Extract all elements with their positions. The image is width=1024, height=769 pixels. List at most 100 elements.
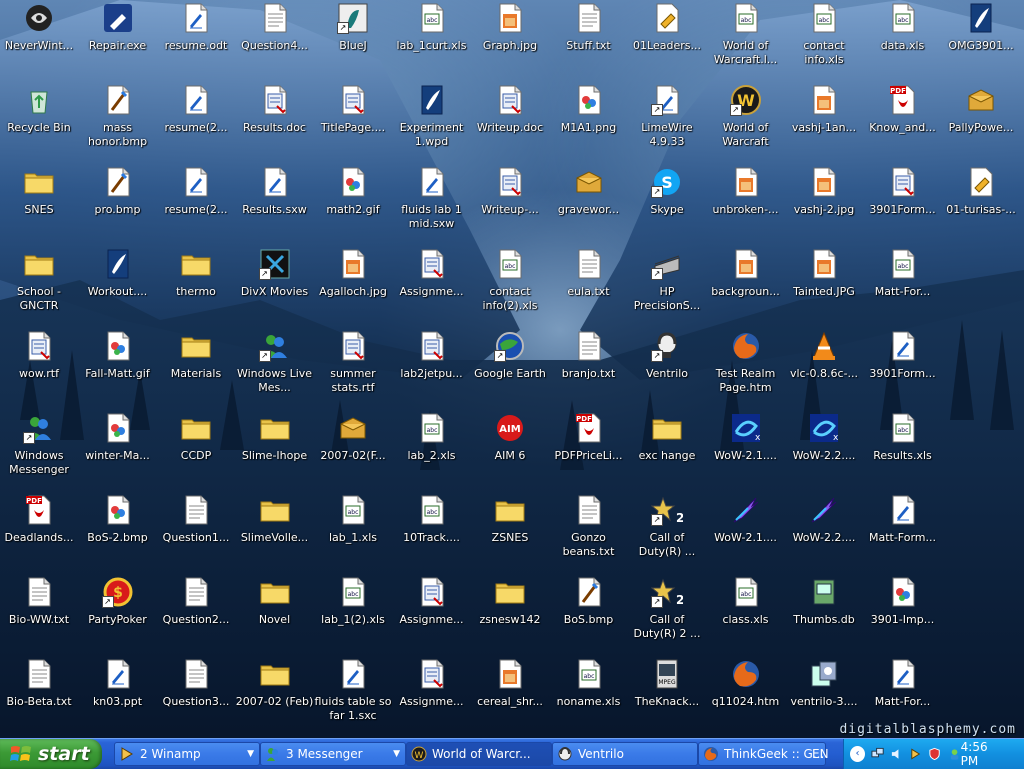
desktop-icon[interactable]: 2007-02(F... [314,410,392,490]
desktop-icon[interactable]: vlc-0.8.6c-... [785,328,863,408]
desktop-icon[interactable]: PallyPowe... [942,82,1020,162]
taskbar-button-wow[interactable]: W World of Warcr... [406,742,552,766]
desktop-icon[interactable]: abc lab_2.xls [393,410,471,490]
desktop-icon[interactable]: math2.gif [314,164,392,244]
desktop-icon[interactable]: thermo [157,246,235,326]
desktop-icon[interactable]: wow.rtf [0,328,78,408]
desktop-icon[interactable]: abc lab_1(2).xls [314,574,392,654]
desktop-icon[interactable]: BoS-2.bmp [79,492,157,572]
desktop-icon[interactable]: Test Realm Page.htm [707,328,785,408]
desktop-icon[interactable]: 2 ↗ Call of Duty(R) 2 ... [628,574,706,654]
desktop-icon[interactable]: resume(2... [157,164,235,244]
desktop-icon[interactable]: ↗ LimeWire 4.9.33 [628,82,706,162]
desktop-icon[interactable]: BoS.bmp [550,574,628,654]
desktop-icon[interactable]: 01Leaders... [628,0,706,80]
start-button[interactable]: start [0,739,102,769]
desktop-icon[interactable]: resume(2... [157,82,235,162]
desktop-icon[interactable]: x WoW-2.1.... [707,410,785,490]
desktop-icon[interactable]: ↗ Ventrilo [628,328,706,408]
desktop-icon[interactable]: Recycle Bin [0,82,78,162]
desktop-icon[interactable]: abc World of Warcraft.l... [707,0,785,80]
desktop-icon[interactable]: Results.doc [236,82,314,162]
show-hidden-icons-icon[interactable]: ‹ [850,746,865,762]
desktop-icon[interactable]: exc hange [628,410,706,490]
volume-icon[interactable] [890,747,903,761]
desktop-icon[interactable]: abc Matt-For... [864,246,942,326]
desktop-icon[interactable]: fluids lab 1 mid.sxw [393,164,471,244]
desktop-icon[interactable]: Assignme... [393,246,471,326]
desktop-icon[interactable]: ↗ HP PrecisionS... [628,246,706,326]
desktop-icon[interactable]: x WoW-2.2.... [785,410,863,490]
language-indicator[interactable]: EN [812,747,829,761]
desktop-icon[interactable]: zsnesw142 [471,574,549,654]
desktop-icon[interactable]: MPEG TheKnack... [628,656,706,736]
desktop-icon[interactable]: unbroken-... [707,164,785,244]
desktop-icon[interactable]: summer stats.rtf [314,328,392,408]
desktop-icon[interactable]: PDF PDFPriceLi... [550,410,628,490]
desktop-icon[interactable]: fluids table so far 1.sxc [314,656,392,736]
winamp-tray-icon[interactable] [909,747,922,761]
taskbar-button-firefox[interactable]: ThinkGeek :: G... [698,742,826,766]
desktop-icon[interactable]: Bio-WW.txt [0,574,78,654]
desktop-icon[interactable]: CCDP [157,410,235,490]
desktop-icon[interactable]: School - GNCTR [0,246,78,326]
desktop-icon[interactable]: SNES [0,164,78,244]
desktop-icon[interactable]: Tainted.JPG [785,246,863,326]
desktop-icon[interactable]: Question1... [157,492,235,572]
desktop-icon[interactable]: abc lab_1.xls [314,492,392,572]
desktop-icon[interactable]: Workout.... [79,246,157,326]
desktop-icon[interactable]: ↗ DivX Movies [236,246,314,326]
network-icon[interactable] [871,747,884,761]
desktop-icon[interactable]: AIM AIM 6 [471,410,549,490]
desktop-icon[interactable]: Assignme... [393,656,471,736]
desktop-icon[interactable]: abc contact info(2).xls [471,246,549,326]
desktop-icon[interactable]: ↗ Windows Messenger [0,410,78,490]
desktop-icon[interactable]: abc contact info.xls [785,0,863,80]
desktop-icon[interactable]: Assignme... [393,574,471,654]
desktop-icon[interactable]: Stuff.txt [550,0,628,80]
desktop-icon[interactable]: abc noname.xls [550,656,628,736]
desktop-icon[interactable]: ZSNES [471,492,549,572]
desktop-icon[interactable]: W ↗ World of Warcraft [707,82,785,162]
desktop-icon[interactable]: ↗ Google Earth [471,328,549,408]
desktop-icon[interactable]: 2 ↗ Call of Duty(R) ... [628,492,706,572]
desktop-icon[interactable]: pro.bmp [79,164,157,244]
desktop-icon[interactable]: $ ↗ PartyPoker [79,574,157,654]
desktop-icon[interactable]: vashj-2.jpg [785,164,863,244]
desktop-icon[interactable]: mass honor.bmp [79,82,157,162]
clock[interactable]: 4:56 PM [961,740,1006,768]
desktop-icon[interactable]: Repair.exe [79,0,157,80]
desktop-icon[interactable]: abc Results.xls [864,410,942,490]
desktop-icon[interactable]: Question4... [236,0,314,80]
desktop-icon[interactable]: Bio-Beta.txt [0,656,78,736]
desktop-icon[interactable]: 2007-02 (Feb) [236,656,314,736]
desktop-icon[interactable]: winter-Ma... [79,410,157,490]
desktop-icon[interactable]: 3901-Imp... [864,574,942,654]
desktop-icon[interactable]: PDF Know_and... [864,82,942,162]
desktop-icon[interactable]: TitlePage.... [314,82,392,162]
desktop-icon[interactable]: Writeup-... [471,164,549,244]
desktop-icon[interactable]: Thumbs.db [785,574,863,654]
security-tray-icon[interactable] [928,747,941,761]
taskbar-button-messenger[interactable]: 3 Messenger ▼ [260,742,406,766]
desktop-icon[interactable]: kn03.ppt [79,656,157,736]
desktop-icon[interactable]: branjo.txt [550,328,628,408]
taskbar-button-winamp[interactable]: 2 Winamp ▼ [114,742,260,766]
desktop-icon[interactable]: Slime-Ihope [236,410,314,490]
desktop-icon[interactable]: 3901Form... [864,164,942,244]
desktop-icon[interactable]: Fall-Matt.gif [79,328,157,408]
desktop-icon[interactable]: Writeup.doc [471,82,549,162]
desktop-icon[interactable]: WoW-2.2.... [785,492,863,572]
desktop-icon[interactable]: abc 10Track.... [393,492,471,572]
taskbar-button-ventrilo[interactable]: Ventrilo [552,742,698,766]
desktop-icon[interactable]: Question3... [157,656,235,736]
desktop-icon[interactable]: Graph.jpg [471,0,549,80]
desktop-icon[interactable]: M1A1.png [550,82,628,162]
desktop-icon[interactable]: Materials [157,328,235,408]
desktop-icon[interactable]: NeverWint... [0,0,78,80]
desktop-icon[interactable]: abc data.xls [864,0,942,80]
desktop-icon[interactable]: PDF Deadlands... [0,492,78,572]
desktop-icon[interactable]: gravewor... [550,164,628,244]
desktop-icon[interactable]: Matt-Form... [864,492,942,572]
desktop-icon[interactable]: Novel [236,574,314,654]
